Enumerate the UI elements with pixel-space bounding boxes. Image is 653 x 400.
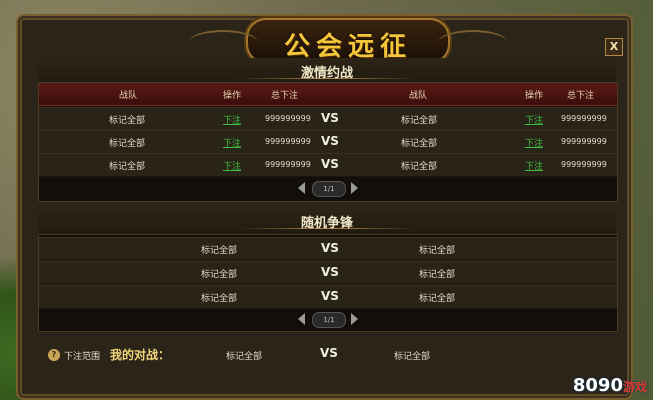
prev-page-arrow-icon[interactable] [298, 313, 305, 325]
challenge-pager: 1/1 [298, 181, 358, 197]
header-team-left: 战队 [119, 91, 138, 101]
challenge-section-title: 激情约战 [300, 66, 353, 81]
help-icon[interactable]: ? [48, 349, 60, 361]
total-bet-left: 999999999 [265, 114, 311, 123]
watermark-text: 8090 [572, 375, 623, 396]
total-bet-right: 999999999 [561, 114, 607, 123]
header-op-left: 操作 [223, 91, 242, 101]
total-bet-right: 999999999 [561, 137, 607, 146]
challenge-row: 标记全部 下注 999999999 VS 标记全部 下注 999999999 [39, 153, 617, 177]
challenge-row: 标记全部 下注 999999999 VS 标记全部 下注 999999999 [39, 130, 617, 154]
team-right: 标记全部 [419, 270, 456, 280]
next-page-arrow-icon[interactable] [351, 182, 358, 194]
random-section-title: 随机争锋 [300, 216, 353, 231]
challenge-header-row: 战队 操作 总下注 战队 操作 总下注 [39, 83, 617, 106]
team-left: 标记全部 [109, 162, 146, 172]
bet-link-right[interactable]: 下注 [525, 136, 543, 149]
my-team-right: 标记全部 [394, 352, 431, 362]
header-total-right: 总下注 [567, 91, 595, 101]
team-right: 标记全部 [401, 162, 438, 172]
team-right: 标记全部 [419, 246, 456, 256]
random-pager: 1/1 [298, 312, 358, 328]
challenge-section-heading: 激情约战 [38, 58, 616, 84]
team-left: 标记全部 [201, 294, 238, 304]
header-team-right: 战队 [409, 91, 428, 101]
vs-label: VS [321, 111, 339, 125]
my-battle-bar: ? 下注范围 我的对战： 标记全部 VS 标记全部 [38, 342, 616, 370]
header-op-right: 操作 [525, 91, 544, 101]
vs-label: VS [321, 289, 339, 303]
site-watermark-logo: 8090游戏 [573, 375, 647, 396]
ornament-right [438, 30, 508, 56]
bet-link-right[interactable]: 下注 [525, 113, 543, 126]
vs-label: VS [321, 157, 339, 171]
team-left: 标记全部 [109, 116, 146, 126]
bet-link-left[interactable]: 下注 [223, 113, 241, 126]
team-left: 标记全部 [201, 270, 238, 280]
close-button[interactable]: X [605, 38, 623, 56]
vs-label: VS [320, 346, 338, 360]
challenge-panel: 战队 操作 总下注 战队 操作 总下注 标记全部 下注 999999999 VS… [38, 82, 618, 202]
team-right: 标记全部 [419, 294, 456, 304]
vs-label: VS [321, 134, 339, 148]
random-row: 标记全部 VS 标记全部 [39, 237, 617, 261]
random-row: 标记全部 VS 标记全部 [39, 285, 617, 309]
total-bet-left: 999999999 [265, 160, 311, 169]
total-bet-right: 999999999 [561, 160, 607, 169]
team-left: 标记全部 [201, 246, 238, 256]
total-bet-left: 999999999 [265, 137, 311, 146]
vs-label: VS [321, 241, 339, 255]
watermark-suffix: 游戏 [622, 380, 647, 394]
random-row: 标记全部 VS 标记全部 [39, 261, 617, 285]
bet-link-left[interactable]: 下注 [223, 136, 241, 149]
my-team-left: 标记全部 [226, 352, 263, 362]
page-indicator: 1/1 [312, 312, 346, 328]
team-right: 标记全部 [401, 116, 438, 126]
prev-page-arrow-icon[interactable] [298, 182, 305, 194]
header-total-left: 总下注 [271, 91, 299, 101]
bet-link-right[interactable]: 下注 [525, 159, 543, 172]
bet-link-left[interactable]: 下注 [223, 159, 241, 172]
team-left: 标记全部 [109, 139, 146, 149]
bet-range-link[interactable]: 下注范围 [64, 349, 100, 362]
random-section-heading: 随机争锋 [38, 208, 616, 234]
vs-label: VS [321, 265, 339, 279]
random-panel: 标记全部 VS 标记全部 标记全部 VS 标记全部 标记全部 VS 标记全部 1… [38, 234, 618, 332]
challenge-row: 标记全部 下注 999999999 VS 标记全部 下注 999999999 [39, 107, 617, 131]
team-right: 标记全部 [401, 139, 438, 149]
page-indicator: 1/1 [312, 181, 346, 197]
my-battle-label: 我的对战： [110, 348, 171, 362]
next-page-arrow-icon[interactable] [351, 313, 358, 325]
